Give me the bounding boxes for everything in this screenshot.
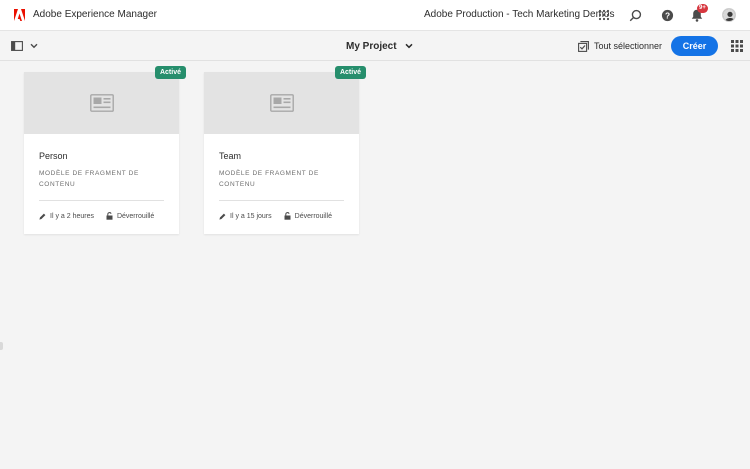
adobe-logo-icon[interactable] [14, 9, 25, 21]
user-avatar[interactable] [722, 8, 736, 22]
card-title: Person [39, 151, 68, 161]
search-icon[interactable] [628, 8, 642, 22]
card-title: Team [219, 151, 242, 161]
modified-date: Il y a 15 jours [230, 212, 272, 220]
notification-badge: 9+ [697, 4, 708, 13]
card-meta: Il y a 2 heures Déverrouillé [39, 211, 154, 221]
modified-date: Il y a 2 heures [50, 212, 94, 220]
app-title[interactable]: Adobe Experience Manager [33, 9, 157, 20]
card-person[interactable]: Activé Person MODÈLE DE FRAGMENT DE CONT… [24, 66, 186, 234]
action-bar: My Project Tout sélectionner Créer [0, 31, 750, 61]
unlock-icon [106, 212, 113, 220]
lock-status: Déverrouillé [294, 212, 332, 220]
lock-status: Déverrouillé [116, 212, 155, 220]
rail-toggle-button[interactable] [11, 40, 41, 52]
content-fragment-model-icon [269, 94, 294, 112]
create-button[interactable]: Créer [671, 36, 718, 56]
help-icon[interactable]: ? [660, 8, 674, 22]
card-subtitle: MODÈLE DE FRAGMENT DE CONTENU [219, 170, 319, 188]
status-badge: Activé [154, 66, 186, 79]
select-all-button[interactable]: Tout sélectionner [578, 40, 662, 52]
rail-icon [11, 41, 23, 51]
org-switcher[interactable]: Adobe Production - Tech Marketing Demos [424, 9, 614, 20]
content-fragment-model-icon [89, 94, 114, 112]
card-thumbnail [24, 72, 179, 134]
divider [39, 200, 164, 201]
view-switcher-icon[interactable] [731, 40, 743, 52]
global-header: Adobe Experience Manager Adobe Productio… [0, 0, 750, 31]
status-badge: Activé [334, 66, 366, 79]
card-team[interactable]: Activé Team MODÈLE DE FRAGMENT DE CONTEN… [204, 66, 366, 234]
pencil-icon [219, 213, 226, 220]
chevron-down-icon [30, 43, 38, 49]
bell-icon[interactable]: 9+ [690, 4, 708, 22]
card-meta: Il y a 15 jours Déverrouillé [219, 211, 332, 221]
svg-text:?: ? [664, 10, 669, 20]
pencil-icon [39, 213, 46, 220]
chevron-down-icon [405, 43, 413, 49]
apps-icon[interactable] [597, 8, 611, 22]
unlock-icon [284, 212, 291, 220]
breadcrumb[interactable]: My Project [346, 40, 413, 52]
select-all-label: Tout sélectionner [594, 41, 663, 51]
card-subtitle: MODÈLE DE FRAGMENT DE CONTENU [39, 170, 139, 188]
select-all-icon [578, 40, 589, 52]
card-thumbnail [204, 72, 359, 134]
side-panel-handle[interactable] [0, 342, 3, 350]
page-title: My Project [346, 40, 397, 52]
divider [219, 200, 344, 201]
